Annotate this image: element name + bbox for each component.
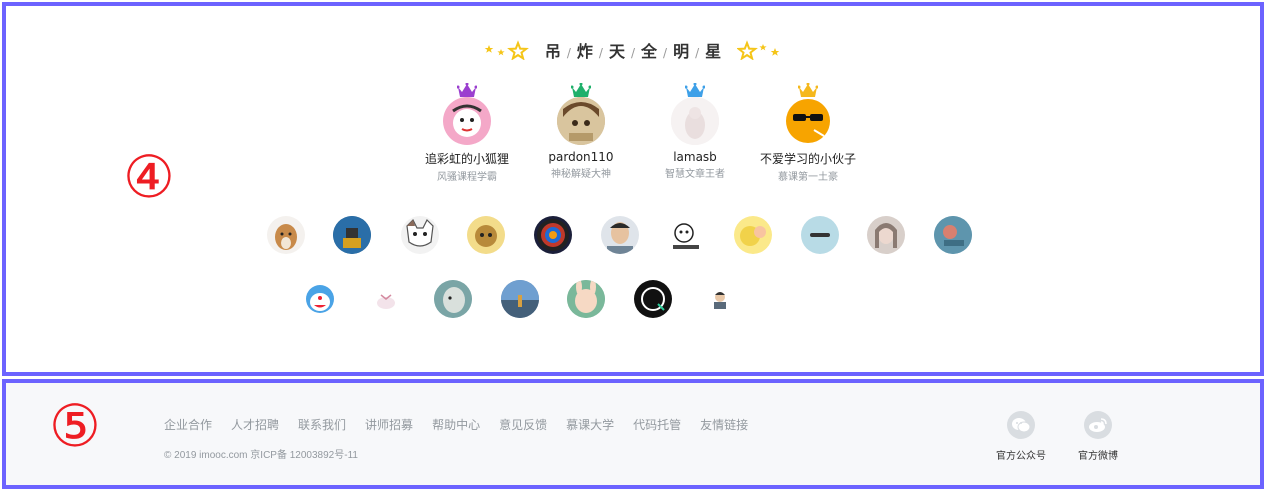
section-number-badge: ⑤	[49, 392, 101, 460]
page: ④ 吊 / 炸 / 天 / 全 / 明 / 星 追彩虹的小狐狸 风骚课程学霸 p…	[0, 0, 1267, 490]
avatar[interactable]	[801, 216, 839, 254]
user-title: 风骚课程学霸	[437, 172, 497, 183]
stars-decoration-right	[737, 40, 783, 61]
avatar[interactable]	[443, 97, 491, 145]
top-stars-list: 追彩虹的小狐狸 风骚课程学霸 pardon110 神秘解疑大神 lamasb 智…	[6, 83, 1260, 184]
wechat-social[interactable]: 官方公众号	[991, 411, 1051, 462]
top-star-item[interactable]: lamasb 智慧文章王者	[635, 83, 755, 180]
wechat-icon[interactable]	[1007, 411, 1035, 439]
user-name[interactable]: lamasb	[635, 150, 755, 164]
avatar[interactable]	[867, 216, 905, 254]
avatar[interactable]	[367, 280, 405, 318]
user-name[interactable]: pardon110	[521, 150, 641, 164]
footer-link-contact[interactable]: 联系我们	[298, 416, 346, 433]
user-title: 慕课第一土豪	[778, 172, 838, 183]
avatar[interactable]	[501, 280, 539, 318]
avatar[interactable]	[601, 216, 639, 254]
avatar[interactable]	[567, 280, 605, 318]
avatar[interactable]	[467, 216, 505, 254]
avatar[interactable]	[557, 97, 605, 145]
stars-decoration-left	[483, 40, 529, 61]
footer-section: ⑤ 企业合作 人才招聘 联系我们 讲师招募 帮助中心 意见反馈 慕课大学 代码托…	[2, 379, 1264, 489]
crown-icon	[457, 83, 477, 97]
avatar[interactable]	[634, 280, 672, 318]
user-title: 神秘解疑大神	[551, 169, 611, 180]
avatar[interactable]	[267, 216, 305, 254]
footer-link-help[interactable]: 帮助中心	[432, 416, 480, 433]
footer-link-code-hosting[interactable]: 代码托管	[633, 416, 681, 433]
avatar[interactable]	[667, 216, 705, 254]
avatar[interactable]	[333, 216, 371, 254]
copyright-text: © 2019 imooc.com 京ICP备 12003892号-11	[164, 450, 358, 461]
footer-link-jobs[interactable]: 人才招聘	[231, 416, 279, 433]
user-name[interactable]: 不爱学习的小伙子	[748, 150, 868, 167]
crown-icon	[571, 83, 591, 97]
weibo-social[interactable]: 官方微博	[1068, 411, 1128, 462]
avatar[interactable]	[934, 216, 972, 254]
section-title: 吊 / 炸 / 天 / 全 / 明 / 星	[6, 37, 1260, 63]
user-name[interactable]: 追彩虹的小狐狸	[407, 150, 527, 167]
footer-link-friend-links[interactable]: 友情链接	[700, 416, 748, 433]
crown-icon	[798, 83, 818, 97]
top-star-item[interactable]: pardon110 神秘解疑大神	[521, 83, 641, 180]
footer-nav: 企业合作 人才招聘 联系我们 讲师招募 帮助中心 意见反馈 慕课大学 代码托管 …	[164, 416, 767, 433]
title-text: 吊 / 炸 / 天 / 全 / 明 / 星	[544, 42, 722, 61]
top-star-item[interactable]: 追彩虹的小狐狸 风骚课程学霸	[407, 83, 527, 183]
avatar[interactable]	[734, 216, 772, 254]
star-users-section: ④ 吊 / 炸 / 天 / 全 / 明 / 星 追彩虹的小狐狸 风骚课程学霸 p…	[2, 2, 1264, 376]
footer-link-teachers[interactable]: 讲师招募	[365, 416, 413, 433]
footer-link-university[interactable]: 慕课大学	[566, 416, 614, 433]
wechat-label[interactable]: 官方公众号	[991, 447, 1051, 462]
crown-icon	[685, 83, 705, 97]
avatar[interactable]	[401, 216, 439, 254]
top-star-item[interactable]: 不爱学习的小伙子 慕课第一土豪	[748, 83, 868, 183]
user-title: 智慧文章王者	[665, 169, 725, 180]
avatar[interactable]	[701, 280, 739, 318]
footer-link-business[interactable]: 企业合作	[164, 416, 212, 433]
avatar[interactable]	[784, 97, 832, 145]
avatar[interactable]	[301, 280, 339, 318]
footer-link-feedback[interactable]: 意见反馈	[499, 416, 547, 433]
weibo-label[interactable]: 官方微博	[1068, 447, 1128, 462]
avatar[interactable]	[671, 97, 719, 145]
weibo-icon[interactable]	[1084, 411, 1112, 439]
avatar[interactable]	[534, 216, 572, 254]
avatar[interactable]	[434, 280, 472, 318]
